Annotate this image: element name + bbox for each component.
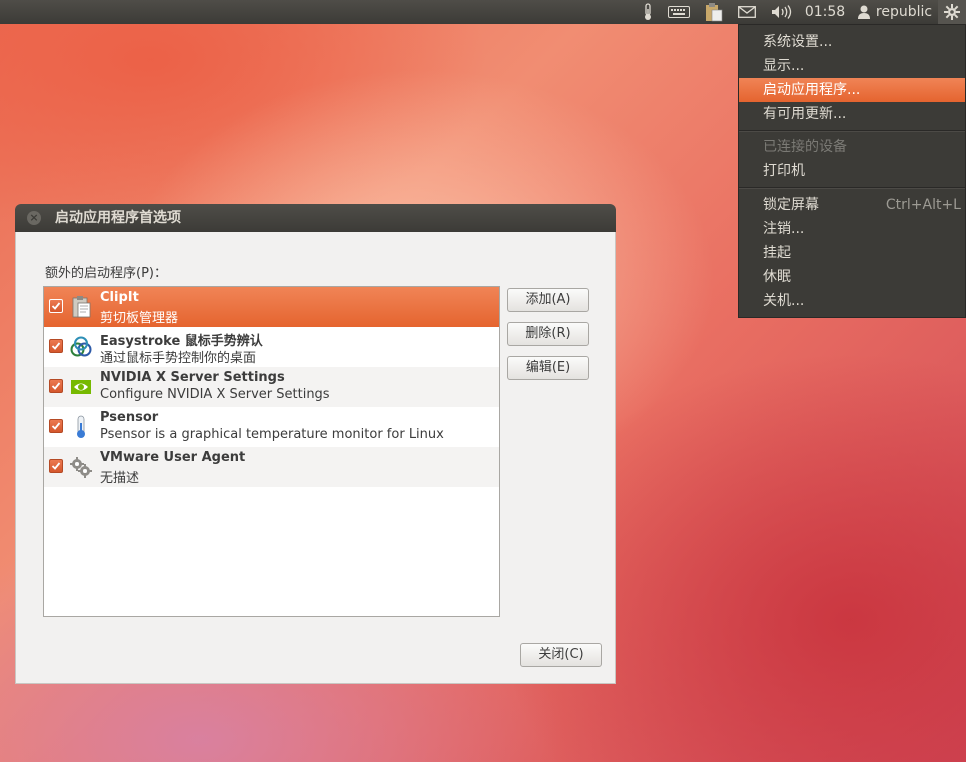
startup-preferences-dialog: × 启动应用程序首选项 额外的启动程序(P)： ClipIt 剪切板管理器 Ea…	[15, 204, 616, 684]
menu-separator	[739, 187, 965, 189]
user-icon	[856, 0, 872, 24]
thermometer-icon	[77, 415, 85, 438]
close-button[interactable]: 关闭(C)	[520, 643, 602, 667]
edit-button[interactable]: 编辑(E)	[507, 356, 589, 380]
add-button[interactable]: 添加(A)	[507, 288, 589, 312]
app-name: Psensor	[100, 410, 159, 425]
top-panel: 01:58 republic	[0, 0, 966, 24]
app-description: Psensor is a graphical temperature monit…	[100, 427, 444, 442]
keyboard-icon[interactable]	[666, 0, 692, 24]
menu-item-displays[interactable]: 显示...	[739, 54, 965, 78]
checkbox[interactable]	[49, 419, 63, 433]
clipboard-icon[interactable]	[702, 0, 726, 24]
dialog-titlebar[interactable]: × 启动应用程序首选项	[15, 204, 616, 232]
checkbox[interactable]	[49, 459, 63, 473]
gears-icon	[70, 457, 92, 478]
menu-item-printers[interactable]: 打印机	[739, 159, 965, 183]
app-description: Configure NVIDIA X Server Settings	[100, 387, 330, 402]
checkbox[interactable]	[49, 299, 63, 313]
nvidia-icon	[71, 380, 91, 394]
close-icon[interactable]: ×	[27, 211, 41, 225]
easystroke-icon	[70, 336, 92, 357]
checkbox[interactable]	[49, 379, 63, 393]
menu-item-accelerator: Ctrl+Alt+L	[885, 197, 961, 213]
thermometer-icon[interactable]	[638, 0, 658, 24]
list-label: 额外的启动程序(P)：	[45, 266, 167, 281]
volume-icon[interactable]	[768, 0, 796, 24]
clipboard-icon	[72, 296, 91, 318]
app-name: ClipIt	[100, 290, 139, 305]
list-item[interactable]: Easystroke 鼠标手势辨认 通过鼠标手势控制你的桌面	[44, 327, 499, 367]
app-description: 通过鼠标手势控制你的桌面	[100, 351, 257, 366]
list-item[interactable]: Psensor Psensor is a graphical temperatu…	[44, 407, 499, 447]
menu-item-startup-applications[interactable]: 启动应用程序...	[739, 78, 965, 102]
gear-icon[interactable]	[938, 0, 966, 24]
menu-item-suspend[interactable]: 挂起	[739, 241, 965, 265]
menu-item-updates-available[interactable]: 有可用更新...	[739, 102, 965, 126]
app-name: VMware User Agent	[100, 450, 246, 465]
dialog-title: 启动应用程序首选项	[55, 210, 181, 226]
menu-item-shut-down[interactable]: 关机...	[739, 289, 965, 313]
app-name: NVIDIA X Server Settings	[100, 370, 285, 385]
menu-item-log-out[interactable]: 注销...	[739, 217, 965, 241]
clock[interactable]: 01:58	[804, 0, 846, 24]
app-description: 剪切板管理器	[100, 311, 179, 326]
menu-item-label: 锁定屏幕	[763, 197, 819, 213]
checkbox[interactable]	[49, 339, 63, 353]
list-item[interactable]: NVIDIA X Server Settings Configure NVIDI…	[44, 367, 499, 407]
username[interactable]: republic	[874, 0, 934, 24]
remove-button[interactable]: 删除(R)	[507, 322, 589, 346]
menu-item-lock-screen[interactable]: 锁定屏幕 Ctrl+Alt+L	[739, 193, 965, 217]
startup-app-list[interactable]: ClipIt 剪切板管理器 Easystroke 鼠标手势辨认 通过鼠标手势控制…	[43, 286, 500, 617]
system-menu: 系统设置... 显示... 启动应用程序... 有可用更新... 已连接的设备 …	[738, 24, 966, 318]
app-description: 无描述	[100, 471, 140, 486]
menu-item-connected-devices: 已连接的设备	[763, 139, 847, 155]
list-item[interactable]: ClipIt 剪切板管理器	[44, 287, 499, 327]
mail-icon[interactable]	[736, 0, 758, 24]
menu-separator	[739, 130, 965, 132]
dialog-body: 额外的启动程序(P)： ClipIt 剪切板管理器 Easystroke 鼠标手…	[15, 232, 616, 684]
menu-item-system-settings[interactable]: 系统设置...	[739, 30, 965, 54]
list-item[interactable]: VMware User Agent 无描述	[44, 447, 499, 487]
menu-item-hibernate[interactable]: 休眠	[739, 265, 965, 289]
